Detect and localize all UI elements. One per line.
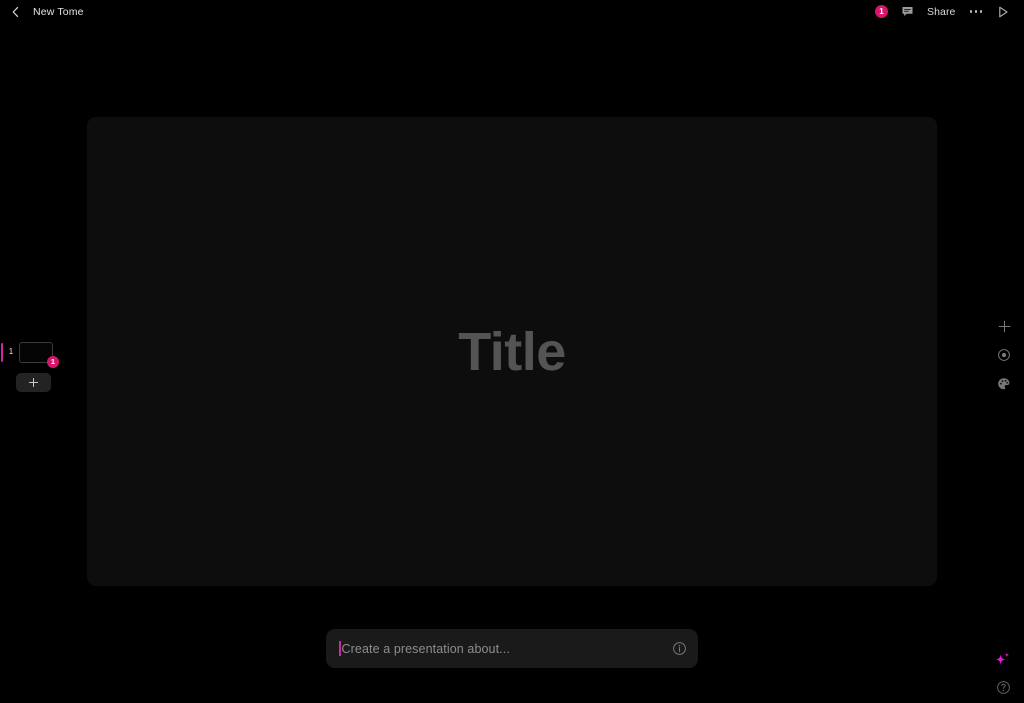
ellipsis-icon: [979, 10, 982, 13]
ellipsis-icon: [969, 10, 972, 13]
info-circle-icon: [673, 642, 686, 655]
right-toolbar: [995, 317, 1013, 393]
text-caret: [339, 641, 341, 656]
top-bar-left-group: New Tome: [8, 4, 84, 20]
ai-prompt-input[interactable]: Create a presentation about...: [342, 642, 673, 656]
prompt-info-button[interactable]: [672, 641, 687, 656]
record-circle-icon: [998, 349, 1010, 361]
theme-button[interactable]: [995, 375, 1013, 393]
slide-notification-badge[interactable]: 1: [47, 355, 59, 368]
plus-icon: [998, 320, 1010, 332]
present-button[interactable]: [996, 5, 1010, 19]
slide-thumbnail-row: 1 1: [0, 337, 80, 368]
slide-canvas[interactable]: Title: [87, 117, 937, 586]
top-bar: New Tome 1 Share: [0, 0, 1024, 23]
record-button[interactable]: [995, 346, 1013, 364]
slide-selected-indicator: [1, 342, 3, 362]
document-title[interactable]: New Tome: [33, 6, 84, 18]
play-icon: [999, 6, 1008, 17]
add-slide-button[interactable]: [16, 373, 51, 392]
sparkle-icon: [995, 652, 1009, 665]
slide-badge-count: 1: [50, 356, 56, 366]
slide-number: 1: [8, 347, 14, 356]
top-bar-right-group: 1 Share: [874, 5, 1010, 19]
back-button[interactable]: [8, 4, 24, 20]
slide-thumbnail-1[interactable]: 1: [19, 341, 59, 368]
share-button[interactable]: Share: [927, 6, 956, 18]
chevron-left-icon: [12, 6, 19, 17]
ai-assistant-button[interactable]: [992, 650, 1012, 670]
notification-count: 1: [879, 6, 884, 16]
ellipsis-icon: [974, 10, 977, 13]
help-circle-icon: [996, 680, 1010, 694]
comment-bubble-icon: [902, 7, 913, 16]
comments-button[interactable]: [901, 5, 914, 18]
add-block-button[interactable]: [995, 317, 1013, 335]
plus-icon: [28, 377, 39, 388]
palette-icon: [998, 378, 1010, 390]
help-button[interactable]: [994, 678, 1012, 696]
more-options-button[interactable]: [969, 6, 984, 17]
notification-badge[interactable]: 1: [874, 5, 888, 18]
slide-navigator: 1 1: [0, 337, 80, 392]
slide-title-placeholder[interactable]: Title: [458, 325, 566, 379]
ai-prompt-bar[interactable]: Create a presentation about...: [326, 629, 698, 668]
